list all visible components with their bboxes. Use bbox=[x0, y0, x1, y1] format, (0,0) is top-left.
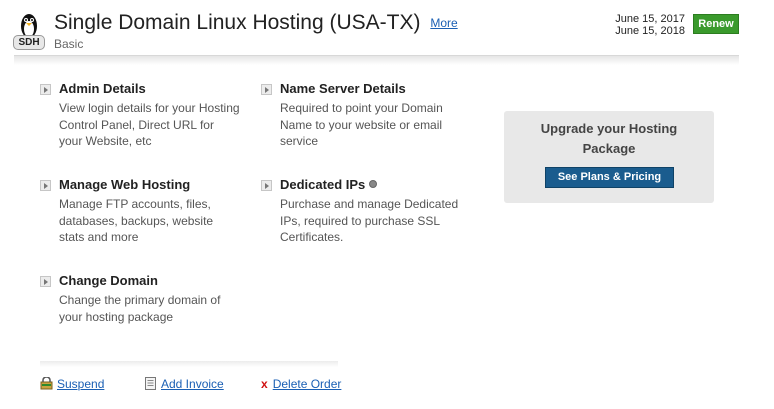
end-date: June 15, 2018 bbox=[615, 25, 685, 37]
linux-tux-icon: SDH bbox=[13, 12, 45, 50]
renew-button[interactable]: Renew bbox=[693, 14, 739, 34]
status-dot-icon bbox=[369, 180, 378, 188]
change-domain-item[interactable]: Change Domain Change the primary domain … bbox=[40, 273, 240, 325]
admin-details-title[interactable]: Admin Details bbox=[59, 81, 240, 96]
dedicated-ips-heading[interactable]: Dedicated IPs bbox=[280, 177, 461, 192]
manage-web-hosting-title[interactable]: Manage Web Hosting bbox=[59, 177, 240, 192]
more-link[interactable]: More bbox=[430, 16, 457, 30]
start-date: June 15, 2017 bbox=[615, 13, 685, 25]
delete-order-label[interactable]: Delete Order bbox=[273, 377, 342, 391]
manage-web-hosting-item[interactable]: Manage Web Hosting Manage FTP accounts, … bbox=[40, 177, 240, 246]
admin-details-desc: View login details for your Hosting Cont… bbox=[59, 101, 240, 148]
dedicated-ips-desc: Purchase and manage Dedicated IPs, requi… bbox=[280, 197, 459, 244]
sdh-badge: SDH bbox=[13, 35, 45, 50]
header-divider bbox=[14, 55, 739, 65]
see-plans-button[interactable]: See Plans & Pricing bbox=[545, 167, 674, 188]
name-server-details-item[interactable]: Name Server Details Required to point yo… bbox=[261, 81, 461, 150]
footer-divider bbox=[40, 361, 338, 367]
arrow-right-icon bbox=[261, 180, 272, 191]
arrow-right-icon bbox=[261, 84, 272, 95]
arrow-right-icon bbox=[40, 180, 51, 191]
add-invoice-link[interactable]: Add Invoice bbox=[144, 377, 224, 391]
upgrade-panel: Upgrade your Hosting Package See Plans &… bbox=[504, 111, 714, 203]
page-title: Single Domain Linux Hosting (USA-TX) Mor… bbox=[54, 11, 458, 35]
add-invoice-label[interactable]: Add Invoice bbox=[161, 377, 224, 391]
plan-name: Basic bbox=[54, 37, 84, 51]
arrow-right-icon bbox=[40, 84, 51, 95]
manage-web-hosting-desc: Manage FTP accounts, files, databases, b… bbox=[59, 197, 214, 244]
suspend-label[interactable]: Suspend bbox=[57, 377, 104, 391]
product-name: Single Domain Linux Hosting (USA-TX) bbox=[54, 11, 421, 34]
dedicated-ips-item[interactable]: Dedicated IPs Purchase and manage Dedica… bbox=[261, 177, 461, 246]
arrow-right-icon bbox=[40, 276, 51, 287]
upgrade-title: Upgrade your Hosting Package bbox=[540, 121, 678, 156]
dedicated-ips-title[interactable]: Dedicated IPs bbox=[280, 177, 365, 192]
name-server-details-desc: Required to point your Domain Name to yo… bbox=[280, 101, 443, 148]
change-domain-title[interactable]: Change Domain bbox=[59, 273, 240, 288]
suspend-link[interactable]: Suspend bbox=[40, 376, 104, 391]
order-dates: June 15, 2017 June 15, 2018 bbox=[615, 13, 685, 37]
suspend-icon bbox=[40, 376, 53, 390]
name-server-details-title[interactable]: Name Server Details bbox=[280, 81, 461, 96]
change-domain-desc: Change the primary domain of your hostin… bbox=[59, 293, 221, 324]
admin-details-item[interactable]: Admin Details View login details for you… bbox=[40, 81, 240, 150]
order-header: SDH Single Domain Linux Hosting (USA-TX)… bbox=[0, 0, 774, 58]
delete-order-link[interactable]: x Delete Order bbox=[261, 377, 341, 391]
invoice-icon bbox=[144, 377, 157, 390]
delete-x-icon: x bbox=[261, 377, 268, 391]
